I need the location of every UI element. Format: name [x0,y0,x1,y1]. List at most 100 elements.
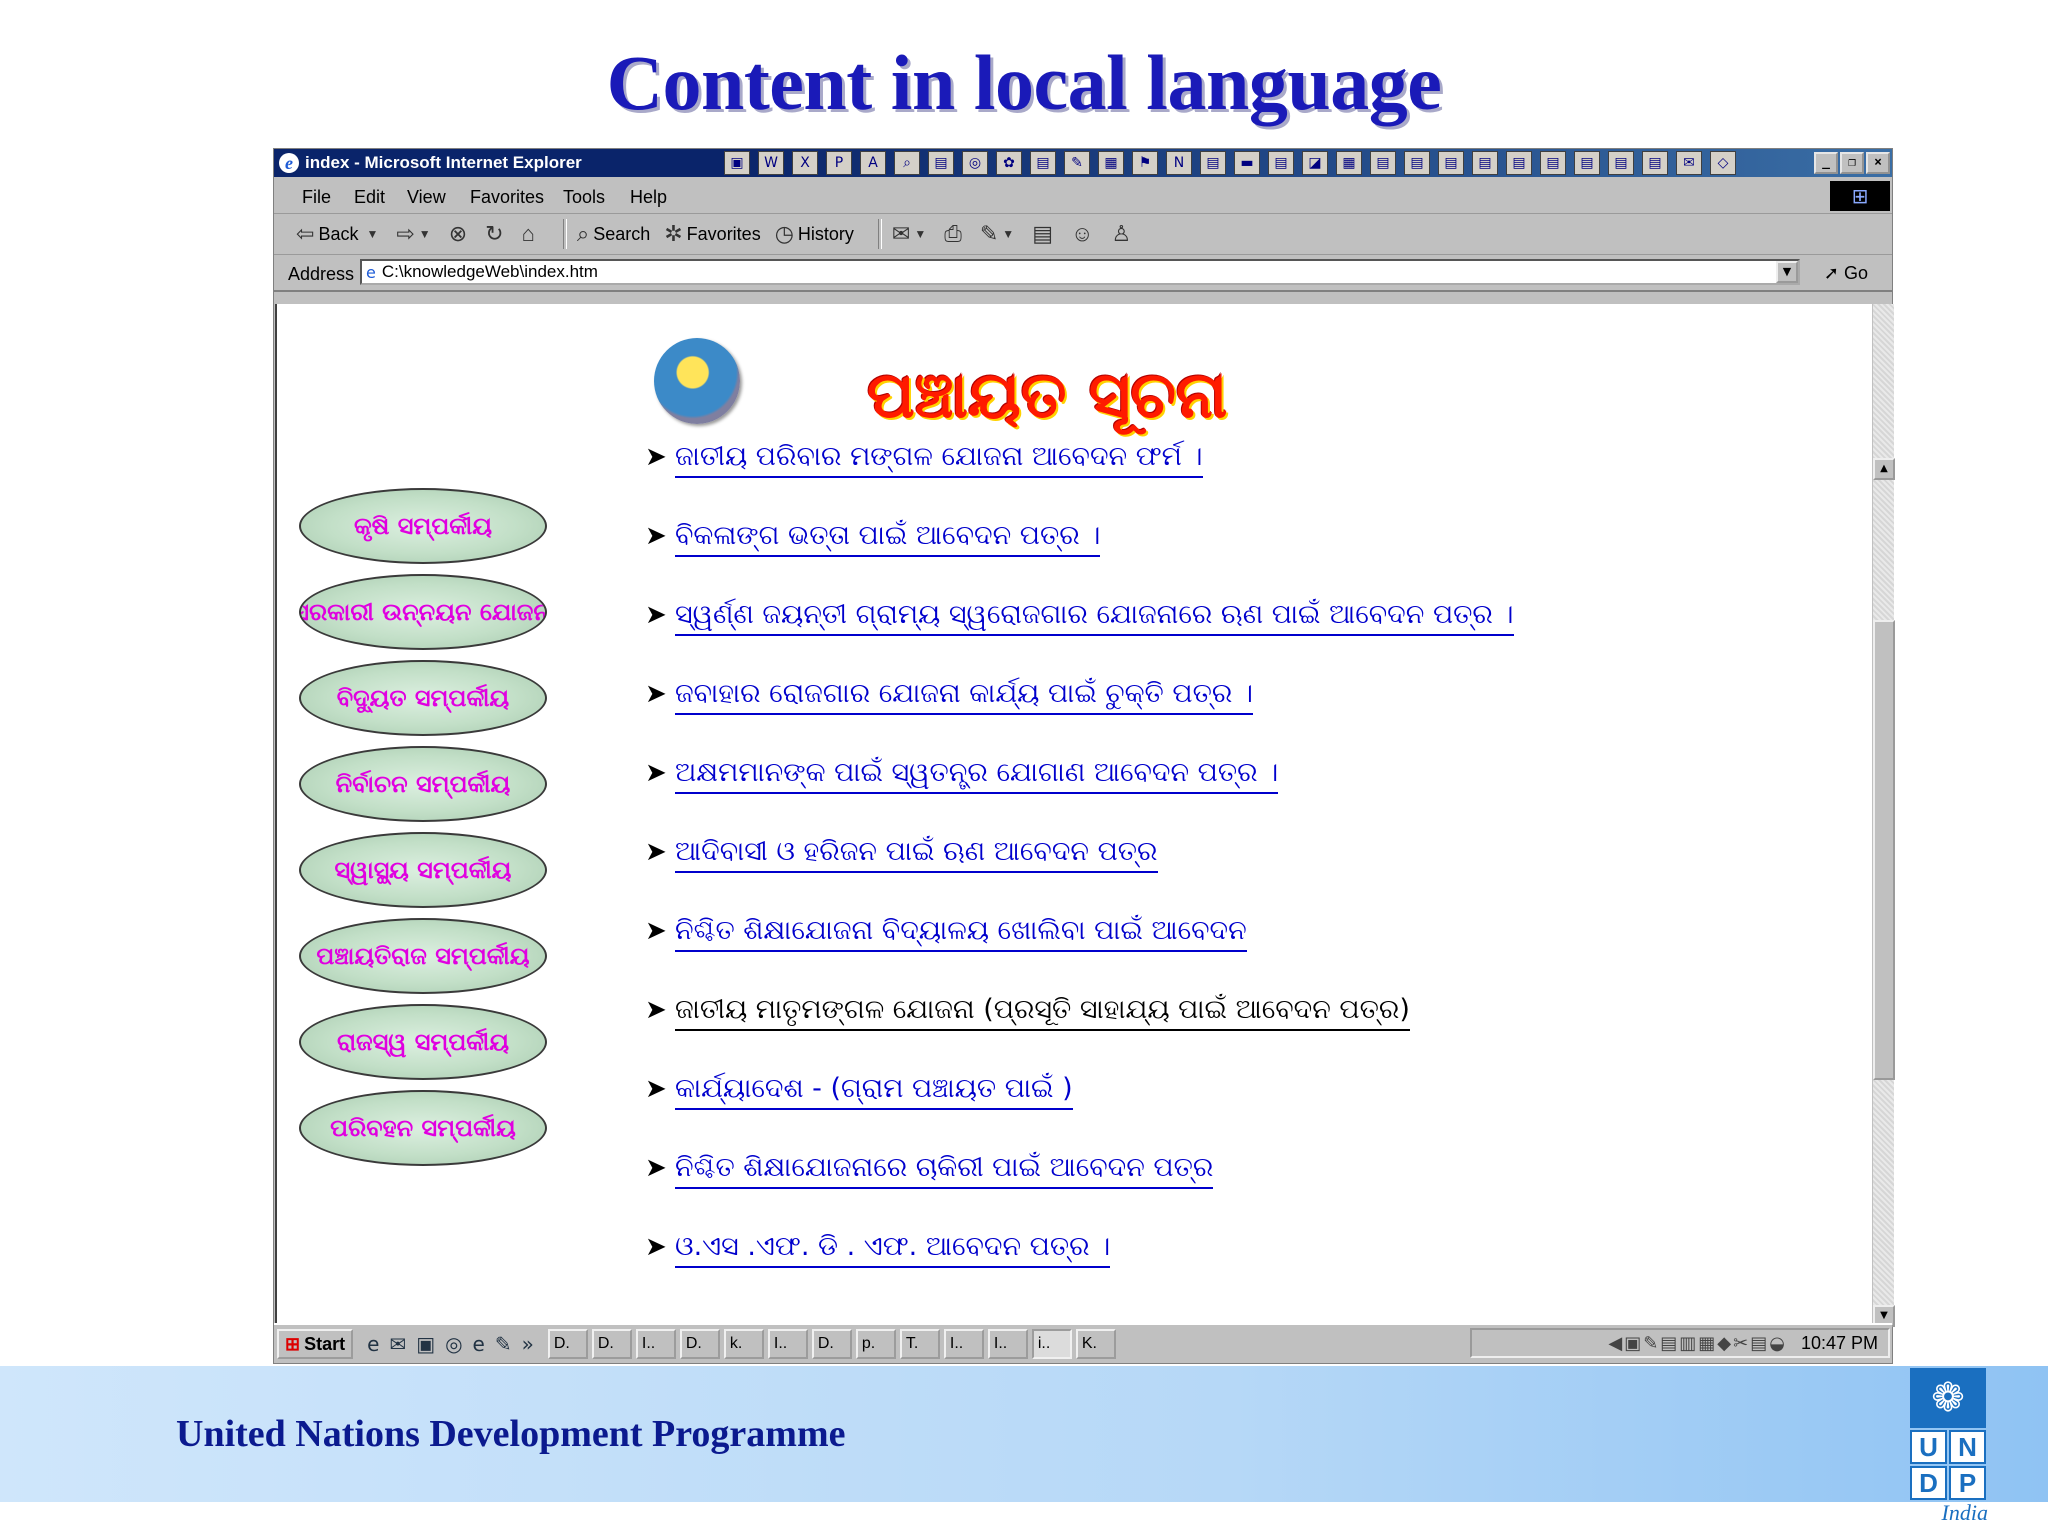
stop-button[interactable]: ⊗ [449,221,471,247]
shortcut-icon[interactable]: ▤ [1268,151,1294,175]
shortcut-icon[interactable]: ▤ [928,151,954,175]
shortcut-icon[interactable]: ◎ [962,151,988,175]
nav-electricity[interactable]: ବିଦ୍ୟୁତ ସମ୍ପର୍କୀୟ [299,660,547,736]
mail-icon[interactable]: ✉ [1676,151,1702,175]
menu-help[interactable]: Help [630,187,667,208]
menu-favorites[interactable]: Favorites [470,187,544,208]
form-link[interactable]: ବିକଳାଙ୍ଗ ଭତ୍ତା ପାଇଁ ଆବେଦନ ପତ୍ର । [675,521,1101,557]
shortcut-icon[interactable]: ▣ [724,151,750,175]
shortcut-icon[interactable]: ▦ [1098,151,1124,175]
form-link[interactable]: ଜାତୀୟ ପରିବାର ମଙ୍ଗଳ ଯୋଜନା ଆବେଦନ ଫର୍ମ । [675,442,1203,478]
form-link[interactable]: ଜବାହାର ରୋଜଗାର ଯୋଜନା କାର୍ଯ୍ୟ ପାଇଁ ଚୁକ୍ତି … [675,679,1254,715]
print-button[interactable]: ⎙ [944,221,966,247]
form-link-visited[interactable]: ଜାତୀୟ ମାତୃମଙ୍ଗଳ ଯୋଜନା (ପ୍ରସୂତି ସାହାଯ୍ୟ ପ… [675,995,1410,1031]
edit-button[interactable]: ✎ ▼ [980,221,1018,247]
taskbar-window-button[interactable]: T. [899,1329,940,1359]
shortcut-icon[interactable]: ▤ [1200,151,1226,175]
shortcut-icon[interactable]: ▤ [1506,151,1532,175]
shortcut-icon[interactable]: ▤ [1540,151,1566,175]
access-icon[interactable]: A [860,151,886,175]
clock[interactable]: 10:47 PM [1801,1333,1878,1354]
home-button[interactable]: ⌂ [522,221,539,247]
taskbar-window-button[interactable]: I.. [635,1329,676,1359]
taskbar-window-button[interactable]: D. [811,1329,852,1359]
menu-edit[interactable]: Edit [354,187,385,208]
back-button[interactable]: ⇦ Back ▼ [296,221,382,247]
outlook-icon[interactable]: ✉ [389,1332,406,1356]
shortcut-icon[interactable]: ▤ [1642,151,1668,175]
favorites-button[interactable]: ✲ Favorites [664,221,760,247]
taskbar-window-button[interactable]: D. [679,1329,720,1359]
refresh-button[interactable]: ↻ [485,221,507,247]
explorer-icon[interactable]: ⌕ [894,151,920,175]
shortcut-icon[interactable]: ▤ [1608,151,1634,175]
taskbar-window-button[interactable]: p. [855,1329,896,1359]
shortcut-icon[interactable]: e [473,1332,485,1356]
shortcut-icon[interactable]: ▤ [1030,151,1056,175]
shortcut-icon[interactable]: ▤ [1370,151,1396,175]
nav-panchayati-raj[interactable]: ପଞ୍ଚାୟତିରାଜ ସମ୍ପର୍କୀୟ [299,918,547,994]
menu-view[interactable]: View [407,187,446,208]
vertical-scrollbar[interactable]: ▲ ▼ [1872,304,1895,1327]
form-link[interactable]: ନିଶ୍ଚିତ ଶିକ୍ଷାଯୋଜନାରେ ଚାକିରୀ ପାଇଁ ଆବେଦନ … [675,1153,1214,1189]
shortcut-icon[interactable]: ▤ [1404,151,1430,175]
form-link[interactable]: ଅକ୍ଷମମାନଙ୍କ ପାଇଁ ସ୍ୱତନ୍ତ୍ର ଯୋଗାଣ ଆବେଦନ ପ… [675,758,1279,794]
form-link[interactable]: କାର୍ଯ୍ୟାଦେଶ - (ଗ୍ରାମ ପଞ୍ଚାୟତ ପାଇଁ ) [675,1074,1073,1110]
taskbar-window-button[interactable]: D. [591,1329,632,1359]
shortcut-icon[interactable]: ▤ [1574,151,1600,175]
go-button[interactable]: ➚ Go [1824,263,1868,284]
shortcut-icon[interactable]: ◎ [445,1332,462,1356]
window-titlebar[interactable]: e index - Microsoft Internet Explorer ▣ … [274,149,1892,177]
forward-button[interactable]: ⇨ ▼ [396,221,434,247]
powerpoint-icon[interactable]: P [826,151,852,175]
nav-govt-development-schemes[interactable]: ସରକାରୀ ଉନ୍ନୟନ ଯୋଜନା [299,574,547,650]
excel-icon[interactable]: X [792,151,818,175]
minimize-button[interactable]: _ [1814,152,1838,174]
start-button[interactable]: ⊞ Start [277,1329,354,1359]
chevron-right-icon[interactable]: » [522,1332,534,1356]
nav-health[interactable]: ସ୍ୱାସ୍ଥ୍ୟ ସମ୍ପର୍କୀୟ [299,832,547,908]
close-button[interactable]: × [1866,152,1890,174]
shortcut-icon[interactable]: ◇ [1710,151,1736,175]
nav-revenue[interactable]: ରାଜସ୍ୱ ସମ୍ପର୍କୀୟ [299,1004,547,1080]
word-icon[interactable]: W [758,151,784,175]
taskbar-window-button[interactable]: I.. [767,1329,808,1359]
shortcut-icon[interactable]: ▦ [1336,151,1362,175]
tray-icons[interactable]: ◀▣✎▤▥▦◆✂▤◒ [1608,1333,1787,1354]
history-button[interactable]: ◷ History [775,221,854,247]
nav-election[interactable]: ନିର୍ବାଚନ ସମ୍ପର୍କୀୟ [299,746,547,822]
shortcut-icon[interactable]: ◪ [1302,151,1328,175]
form-link[interactable]: ଆଦିବାସୀ ଓ ହରିଜନ ପାଇଁ ଋଣ ଆବେଦନ ପତ୍ର [675,837,1158,873]
shortcut-icon[interactable]: ▬ [1234,151,1260,175]
taskbar-window-button[interactable]: D. [547,1329,588,1359]
taskbar-window-button[interactable]: I.. [987,1329,1028,1359]
shortcut-icon[interactable]: ✎ [1064,151,1090,175]
form-link[interactable]: ଓ.ଏସ .ଏଫ. ଡି . ଏଫ. ଆବେଦନ ପତ୍ର । [675,1232,1111,1268]
shortcut-icon[interactable]: ✎ [495,1332,512,1356]
search-button[interactable]: ⌕ Search [577,221,650,247]
shortcut-icon[interactable]: ✿ [996,151,1022,175]
shortcut-icon[interactable]: ▤ [1438,151,1464,175]
scroll-up-button[interactable]: ▲ [1873,458,1895,480]
shortcut-icon[interactable]: ▤ [1472,151,1498,175]
taskbar-window-button-active[interactable]: i.. [1031,1329,1072,1359]
taskbar-window-button[interactable]: K. [1075,1329,1116,1359]
nav-transport[interactable]: ପରିବହନ ସମ୍ପର୍କୀୟ [299,1090,547,1166]
discuss-button[interactable]: ▤ [1032,221,1057,247]
form-link[interactable]: ନିଶ୍ଚିତ ଶିକ୍ଷାଯୋଜନା ବିଦ୍ୟାଳୟ ଖୋଲିବା ପାଇଁ… [675,916,1247,952]
scroll-thumb[interactable] [1873,620,1895,1080]
shortcut-icon[interactable]: N [1166,151,1192,175]
menu-tools[interactable]: Tools [563,187,605,208]
mail-button[interactable]: ✉ ▼ [892,221,930,247]
ie-icon[interactable]: e [367,1332,379,1356]
address-dropdown-button[interactable]: ▼ [1776,261,1798,283]
menu-file[interactable]: File [302,187,331,208]
nav-agriculture[interactable]: କୃଷି ସମ୍ପର୍କୀୟ [299,488,547,564]
taskbar-window-button[interactable]: I.. [943,1329,984,1359]
restore-button[interactable]: ❐ [1840,152,1864,174]
shortcut-icon[interactable]: ⚑ [1132,151,1158,175]
form-link[interactable]: ସ୍ୱର୍ଣ୍ଣ ଜୟନ୍ତୀ ଗ୍ରାମ୍ୟ ସ୍ୱରୋଜଗାର ଯୋଜନାର… [675,600,1514,636]
messenger-button[interactable]: ☺ [1071,221,1097,247]
taskbar-window-button[interactable]: k. [723,1329,764,1359]
user-button[interactable]: ♙ [1111,221,1135,247]
